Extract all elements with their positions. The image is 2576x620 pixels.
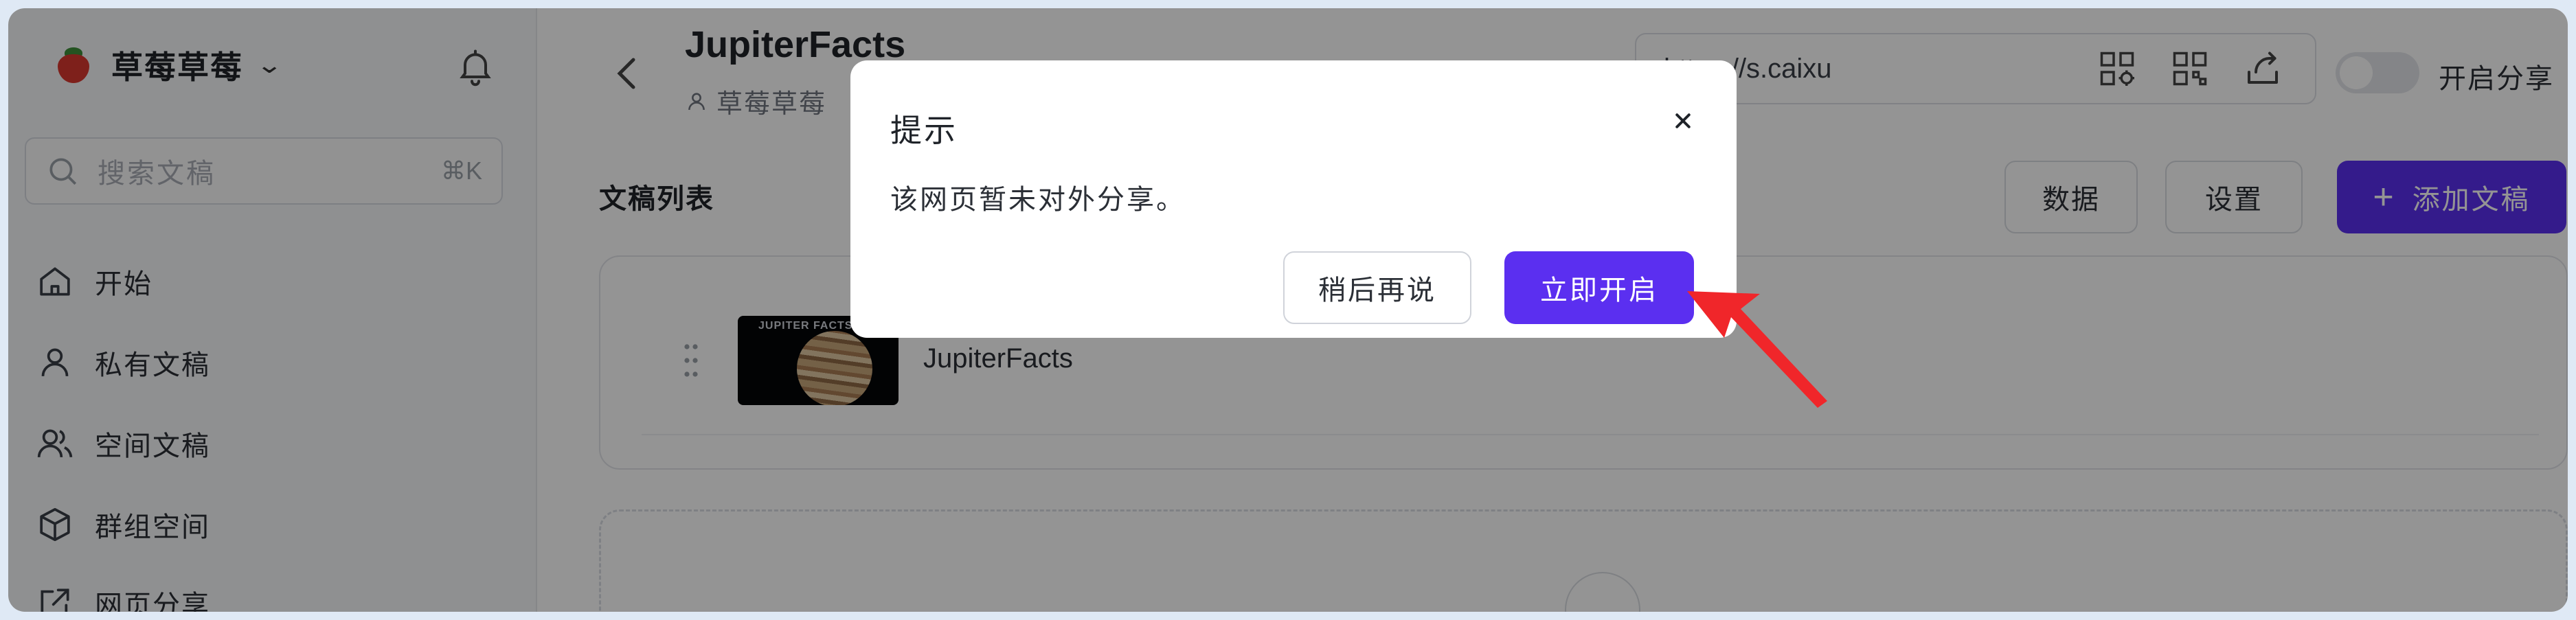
annotation-arrow-icon (1687, 291, 1827, 408)
later-button[interactable]: 稍后再说 (1283, 251, 1471, 324)
close-icon (1675, 113, 1691, 128)
dialog-title: 提示 (890, 113, 958, 148)
close-button[interactable] (1662, 100, 1704, 141)
share-prompt-dialog: 提示 该网页暂未对外分享。 稍后再说 立即开启 (850, 60, 1737, 338)
app-window: 草莓草莓 ⌄ 搜索文稿 ⌘K 开始 私有文稿 空间文稿 群组空间 网页分享 Ju… (8, 8, 2568, 612)
dialog-message: 该网页暂未对外分享。 (890, 185, 1186, 215)
